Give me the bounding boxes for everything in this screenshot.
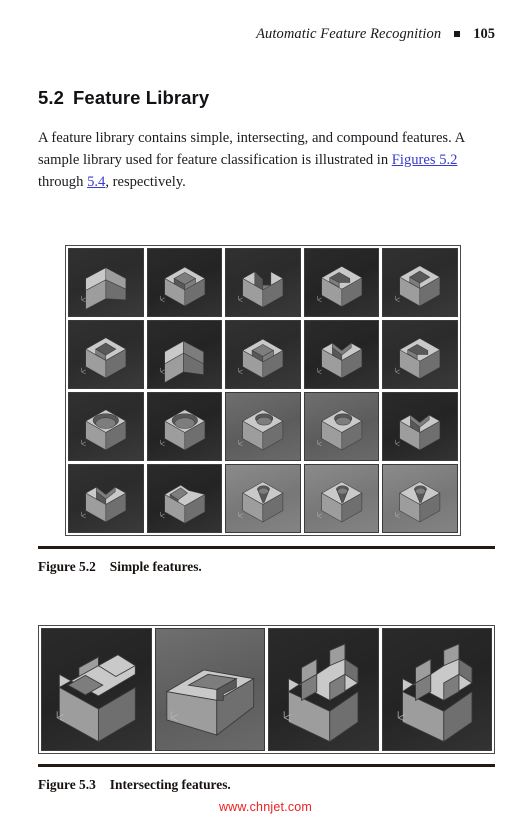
figure-cell-long-tee-slot bbox=[154, 628, 265, 751]
figure-cell-counterdrill-hole bbox=[303, 464, 380, 533]
running-head-title: Automatic Feature Recognition bbox=[256, 26, 442, 42]
figure-cell-round-end-slot bbox=[382, 320, 458, 389]
section-title: Feature Library bbox=[73, 87, 210, 109]
figure-cell-angled-slot bbox=[382, 392, 458, 461]
figure-5-2-caption: Figure 5.2 Simple features. bbox=[38, 559, 202, 575]
figure-cell-double-step bbox=[146, 320, 223, 389]
page-number: 105 bbox=[473, 26, 495, 42]
figure-cell-chamfer-slot bbox=[146, 464, 223, 533]
figure-cell-square-pocket-2 bbox=[68, 320, 144, 389]
figure-cell-through-hole bbox=[225, 392, 301, 461]
figure-5-2-caption-number: Figure 5.2 bbox=[38, 559, 96, 574]
watermark: www.chnjet.com bbox=[218, 800, 313, 814]
link-figures-5-2[interactable]: Figures 5.2 bbox=[392, 152, 458, 168]
link-figure-5-4[interactable]: 5.4 bbox=[87, 174, 105, 190]
figure-cell-v-groove bbox=[68, 464, 144, 533]
figure-5-3-caption-number: Figure 5.3 bbox=[38, 777, 96, 792]
figure-5-2-grid bbox=[68, 248, 458, 533]
figure-cell-cross-slots-block-2 bbox=[381, 628, 492, 751]
figure-cell-square-pocket bbox=[382, 248, 458, 317]
figure-cell-multi-parallel-slots bbox=[41, 628, 152, 751]
figure-cell-step-block bbox=[68, 248, 144, 317]
figure-cell-oblong-pocket bbox=[68, 392, 144, 461]
figure-cell-blind-slot-round bbox=[303, 248, 380, 317]
figure-cell-through-slot bbox=[225, 248, 301, 317]
running-head: Automatic Feature Recognition 105 bbox=[38, 26, 495, 43]
figure-5-2 bbox=[65, 245, 461, 536]
paragraph-text-part2: through bbox=[38, 173, 88, 190]
figure-5-2-caption-rule bbox=[38, 546, 495, 549]
figure-5-3 bbox=[38, 625, 495, 754]
section-heading: 5.2 Feature Library bbox=[38, 87, 209, 109]
figure-cell-corner-pocket-2 bbox=[225, 320, 301, 389]
figure-5-2-frame bbox=[65, 245, 461, 536]
figure-cell-open-pocket-corner bbox=[146, 248, 223, 317]
square-bullet-icon bbox=[454, 31, 461, 37]
section-number: 5.2 bbox=[38, 87, 65, 109]
figure-cell-counterbore-hole bbox=[303, 392, 380, 461]
figure-cell-tapered-hole bbox=[382, 464, 458, 533]
figure-cell-rounded-pocket bbox=[146, 392, 223, 461]
figure-5-3-frame bbox=[38, 625, 495, 754]
figure-cell-v-slot bbox=[303, 320, 380, 389]
figure-5-2-caption-text: Simple features. bbox=[109, 559, 202, 574]
figure-cell-cross-slots-block bbox=[268, 628, 379, 751]
paragraph-text-part3: , respectively. bbox=[105, 173, 186, 190]
figure-5-3-caption-rule bbox=[38, 764, 495, 767]
figure-5-3-caption-text: Intersecting features. bbox=[109, 777, 231, 792]
body-paragraph: A feature library contains simple, inter… bbox=[38, 127, 468, 193]
figure-cell-countersink-hole bbox=[225, 464, 301, 533]
figure-5-3-caption: Figure 5.3 Intersecting features. bbox=[38, 777, 231, 793]
figure-5-3-grid bbox=[41, 628, 492, 751]
